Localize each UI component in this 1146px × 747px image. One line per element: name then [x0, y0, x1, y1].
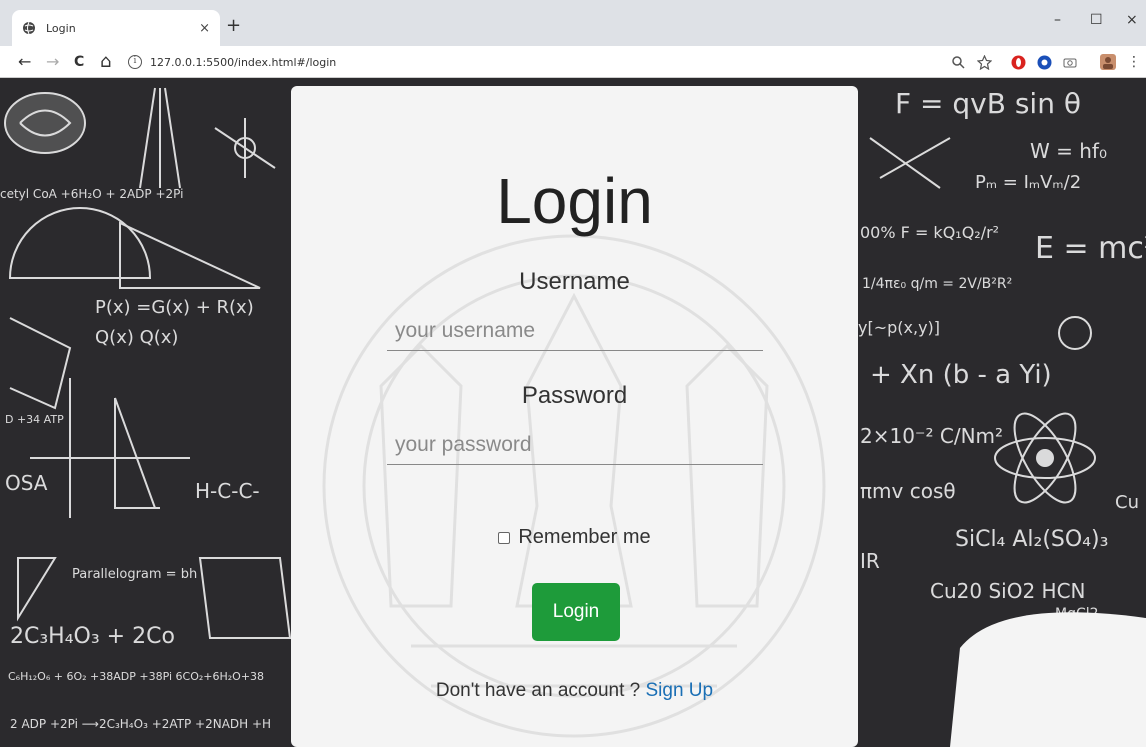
login-button[interactable]: Login: [532, 583, 620, 641]
tab-title: Login: [46, 21, 76, 35]
svg-text:D +34 ATP: D +34 ATP: [5, 413, 64, 426]
zoom-icon[interactable]: [950, 54, 966, 70]
username-input[interactable]: [387, 311, 763, 351]
svg-text:Cu: Cu: [1115, 492, 1139, 513]
browser-toolbar: ← → C ⌂ i 127.0.0.1:5500/index.html#/log…: [0, 46, 1146, 78]
globe-icon: [22, 21, 36, 35]
reload-button[interactable]: C: [74, 53, 84, 71]
svg-text:C₆H₁₂O₆ + 6O₂ +38ADP +38Pi 6C: C₆H₁₂O₆ + 6O₂ +38ADP +38Pi 6CO₂+6H₂O+38: [8, 670, 264, 683]
bookmark-star-icon[interactable]: [976, 54, 992, 70]
password-label: Password: [521, 382, 628, 409]
svg-text:E = mc²: E = mc²: [1035, 231, 1146, 266]
svg-text:πmv cosθ: πmv cosθ: [860, 479, 956, 503]
remember-me-row: Remember me: [291, 526, 858, 549]
svg-text:IR: IR: [860, 549, 880, 573]
svg-text:SiCl₄ Al₂(SO₄)₃: SiCl₄ Al₂(SO₄)₃: [955, 527, 1108, 552]
tab-close-icon[interactable]: ×: [199, 21, 210, 36]
page-viewport: cetyl CoA +6H₂O + 2ADP +2Pi P(x) =G(x) +…: [0, 78, 1146, 747]
svg-text:P(x) =G(x) + R(x): P(x) =G(x) + R(x): [95, 297, 254, 318]
close-window-button[interactable]: ×: [1126, 12, 1138, 28]
svg-text:Q(x) Q(x): Q(x) Q(x): [95, 327, 178, 348]
remember-me-checkbox[interactable]: [498, 531, 511, 544]
signup-prompt: Don't have an account ?: [435, 680, 641, 701]
address-bar[interactable]: i 127.0.0.1:5500/index.html#/login: [128, 51, 1002, 73]
svg-text:Parallelogram = bh: Parallelogram = bh: [72, 567, 197, 582]
camera-icon[interactable]: [1062, 54, 1078, 70]
svg-text:y[~p(x,y)]: y[~p(x,y)]: [858, 318, 940, 337]
home-button[interactable]: ⌂: [100, 53, 111, 71]
info-icon[interactable]: i: [128, 55, 142, 69]
password-input[interactable]: [387, 425, 763, 465]
address-url[interactable]: 127.0.0.1:5500/index.html#/login: [150, 56, 336, 69]
new-tab-button[interactable]: +: [226, 16, 241, 36]
signup-link[interactable]: Sign Up: [646, 680, 714, 701]
menu-kebab-icon[interactable]: ⋮: [1126, 54, 1142, 70]
forward-button[interactable]: →: [46, 53, 59, 71]
minimize-button[interactable]: –: [1054, 12, 1061, 28]
svg-text:F = qvB sin θ: F = qvB sin θ: [895, 87, 1081, 120]
browser-tab-bar: Login × + – ☐ ×: [0, 0, 1146, 46]
opera-extension-icon[interactable]: [1010, 54, 1026, 70]
login-title: Login: [496, 165, 653, 237]
svg-text:+ Xn (b - a Yi): + Xn (b - a Yi): [870, 360, 1052, 390]
browser-tab[interactable]: Login ×: [12, 10, 220, 46]
remember-me-label[interactable]: Remember me: [518, 526, 650, 549]
profile-avatar-icon[interactable]: [1100, 54, 1116, 70]
svg-text:cetyl CoA +6H₂O + 2ADP +2Pi: cetyl CoA +6H₂O + 2ADP +2Pi: [0, 187, 183, 201]
svg-text:2×10⁻² C/Nm²: 2×10⁻² C/Nm²: [860, 424, 1003, 448]
svg-text:H-C-C-: H-C-C-: [195, 479, 260, 503]
svg-text:1/4πε₀ q/m = 2V/B²R²: 1/4πε₀ q/m = 2V/B²R²: [862, 276, 1012, 292]
username-label: Username: [519, 268, 630, 295]
svg-text:00% F = kQ₁Q₂/r²: 00% F = kQ₁Q₂/r²: [860, 223, 999, 242]
svg-text:Pₘ = IₘVₘ/2: Pₘ = IₘVₘ/2: [975, 172, 1081, 193]
login-card: Login Username Password Remember me Logi…: [291, 86, 858, 747]
svg-text:W = hf₀: W = hf₀: [1030, 139, 1107, 163]
maximize-button[interactable]: ☐: [1090, 12, 1103, 28]
svg-text:Cu20 SiO2 HCN: Cu20 SiO2 HCN: [930, 579, 1086, 603]
svg-text:2 ADP +2Pi ⟶2C₃H₄O₃ +2ATP +2NA: 2 ADP +2Pi ⟶2C₃H₄O₃ +2ATP +2NADH +H: [10, 717, 271, 731]
back-button[interactable]: ←: [18, 53, 31, 71]
svg-text:2C₃H₄O₃ + 2Co: 2C₃H₄O₃ + 2Co: [10, 624, 175, 649]
signup-row: Don't have an account ? Sign Up: [291, 680, 858, 702]
svg-text:OSA: OSA: [5, 471, 48, 495]
extension-blue-icon[interactable]: [1036, 54, 1052, 70]
